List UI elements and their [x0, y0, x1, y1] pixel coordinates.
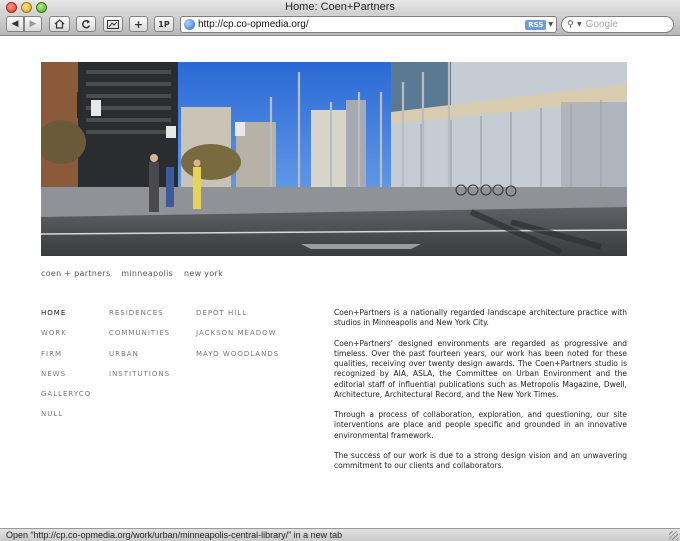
tagline-city-2: new york [184, 269, 224, 278]
nav-galleryco[interactable]: GALLERYCO [41, 389, 91, 409]
plus-icon: + [133, 17, 144, 31]
address-bar[interactable]: http://cp.co-opmedia.org/ RSS ▼ [180, 16, 557, 33]
hero-photo [41, 62, 627, 256]
status-bar: Open “http://cp.co-opmedia.org/work/urba… [0, 528, 680, 541]
tagline-firm: coen + partners [41, 269, 111, 278]
search-field[interactable]: ⚲ ▼ Google [561, 16, 674, 33]
home-icon [54, 19, 65, 29]
nav-mayo-woodlands[interactable]: MAYO WOODLANDS [196, 349, 279, 369]
tagline-city-1: minneapolis [121, 269, 174, 278]
intro-paragraph: Coen+Partners is a nationally regarded l… [334, 308, 627, 328]
search-placeholder: Google [585, 19, 618, 30]
screenshot-button[interactable] [103, 16, 123, 32]
nav-firm[interactable]: FIRM [41, 349, 91, 369]
url-input[interactable]: http://cp.co-opmedia.org/ [198, 19, 525, 30]
magnifier-icon[interactable]: ⚲ [567, 20, 577, 30]
main-nav: HOME WORK FIRM NEWS GALLERYCO NULL [41, 308, 91, 430]
reload-icon [82, 19, 91, 29]
status-text: Open “http://cp.co-opmedia.org/work/urba… [6, 530, 343, 540]
intro-paragraph: The success of our work is due to a stro… [334, 451, 627, 471]
nav-work[interactable]: WORK [41, 328, 91, 348]
site-tagline: coen + partners minneapolis new york [41, 269, 231, 278]
add-bookmark-button[interactable]: + [129, 16, 148, 32]
nav-jackson-meadow[interactable]: JACKSON MEADOW [196, 328, 279, 348]
url-dropdown-icon[interactable]: ▼ [548, 21, 553, 28]
search-dropdown-icon[interactable]: ▼ [577, 21, 582, 28]
nav-depot-hill[interactable]: DEPOT HILL [196, 308, 279, 328]
intro-paragraph: Coen+Partners’ designed environments are… [334, 338, 627, 399]
web-page: coen + partners minneapolis new york HOM… [0, 37, 680, 528]
screenshot-icon [107, 19, 119, 29]
forward-button[interactable]: ▶ [24, 16, 42, 32]
nav-news[interactable]: NEWS [41, 369, 91, 389]
nav-communities[interactable]: COMMUNITIES [109, 328, 170, 348]
back-button[interactable]: ◀ [6, 16, 24, 32]
globe-icon [184, 19, 195, 30]
onepassword-button[interactable]: 1P [154, 16, 174, 32]
home-button[interactable] [49, 16, 70, 32]
category-nav: RESIDENCES COMMUNITIES URBAN INSTITUTION… [109, 308, 170, 389]
nav-home[interactable]: HOME [41, 308, 91, 328]
window-titlebar: Home: Coen+Partners [0, 0, 680, 14]
back-arrow-icon: ◀ [11, 19, 19, 29]
window-title: Home: Coen+Partners [285, 1, 395, 13]
nav-urban[interactable]: URBAN [109, 349, 170, 369]
project-nav: DEPOT HILL JACKSON MEADOW MAYO WOODLANDS [196, 308, 279, 369]
nav-residences[interactable]: RESIDENCES [109, 308, 170, 328]
onepassword-icon: 1P [158, 19, 170, 29]
nav-institutions[interactable]: INSTITUTIONS [109, 369, 170, 389]
reload-button[interactable] [76, 16, 96, 32]
intro-paragraph: Through a process of collaboration, expl… [334, 410, 627, 440]
browser-toolbar: ◀ ▶ + 1P http://cp.co-opmedia.org/ RSS ▼… [0, 14, 680, 36]
nav-null[interactable]: NULL [41, 409, 91, 429]
intro-text: Coen+Partners is a nationally regarded l… [334, 308, 627, 482]
forward-arrow-icon: ▶ [29, 19, 37, 29]
rss-button[interactable]: RSS [525, 19, 547, 30]
resize-grip-icon[interactable] [669, 531, 678, 540]
